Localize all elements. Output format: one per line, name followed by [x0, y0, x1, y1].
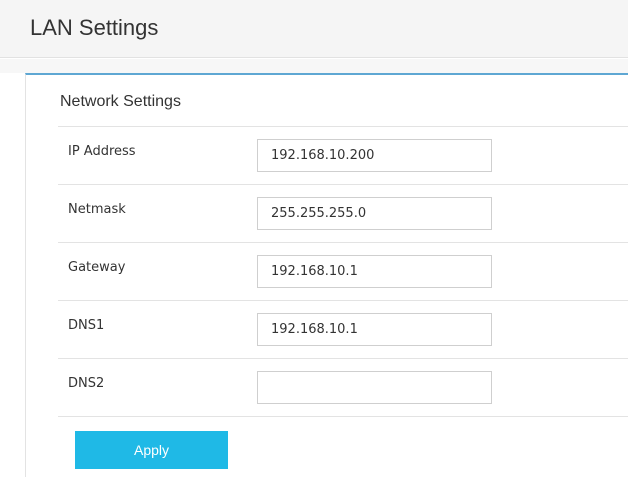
gateway-label: Gateway — [68, 260, 126, 275]
dns1-label: DNS1 — [68, 318, 105, 333]
page-header: LAN Settings — [0, 0, 628, 58]
dns2-input[interactable] — [257, 371, 492, 404]
gateway-input[interactable] — [257, 255, 492, 288]
page-title: LAN Settings — [30, 15, 159, 40]
gateway-row: Gateway — [58, 243, 628, 301]
lan-settings-page: LAN Settings Network Settings IP Address… — [0, 0, 628, 477]
netmask-input[interactable] — [257, 197, 492, 230]
netmask-row: Netmask — [58, 185, 628, 243]
section-title: Network Settings — [60, 93, 181, 110]
dns1-row: DNS1 — [58, 301, 628, 359]
network-settings-panel: Network Settings IP Address Netmask Gate… — [25, 73, 628, 477]
dns2-label: DNS2 — [68, 376, 105, 391]
ip-address-row: IP Address — [58, 127, 628, 185]
header-spacer — [0, 59, 628, 73]
ip-address-input[interactable] — [257, 139, 492, 172]
dns1-input[interactable] — [257, 313, 492, 346]
apply-button[interactable]: Apply — [75, 431, 228, 469]
netmask-label: Netmask — [68, 202, 126, 217]
ip-address-label: IP Address — [68, 144, 136, 159]
dns2-row: DNS2 — [58, 359, 628, 417]
